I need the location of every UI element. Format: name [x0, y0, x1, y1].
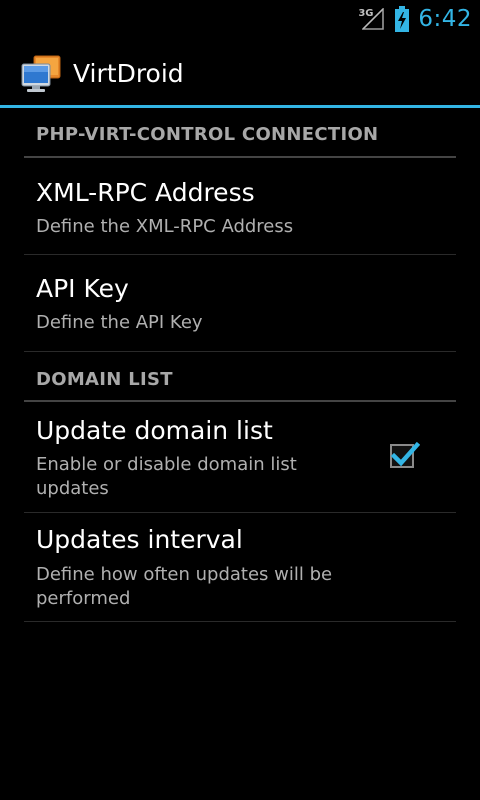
- section-header-connection: PHP-VIRT-CONTROL CONNECTION: [24, 108, 456, 158]
- pref-title: Update domain list: [36, 416, 273, 445]
- pref-xml-rpc-address[interactable]: XML-RPC Address Define the XML-RPC Addre…: [24, 158, 456, 255]
- app-title: VirtDroid: [73, 59, 184, 88]
- section-header-label: PHP-VIRT-CONTROL CONNECTION: [36, 124, 379, 145]
- clock: 6:42: [418, 6, 472, 32]
- pref-summary: Define how often updates will be perform…: [36, 564, 333, 609]
- preferences-list: PHP-VIRT-CONTROL CONNECTION XML-RPC Addr…: [0, 108, 480, 622]
- status-bar: 3G 6:42: [0, 0, 480, 38]
- action-bar: VirtDroid: [0, 38, 480, 108]
- checkmark-icon: [390, 441, 420, 467]
- pref-title: XML-RPC Address: [36, 178, 255, 207]
- pref-updates-interval[interactable]: Updates interval Define how often update…: [24, 513, 456, 622]
- pref-update-domain-list[interactable]: Update domain list Enable or disable dom…: [24, 402, 456, 513]
- section-header-label: DOMAIN LIST: [36, 369, 173, 390]
- pref-title: Updates interval: [36, 525, 243, 554]
- update-domain-list-checkbox[interactable]: [390, 441, 420, 468]
- signal-icon: 3G: [358, 4, 386, 34]
- battery-charging-icon: [395, 6, 410, 32]
- pref-summary: Enable or disable domain list updates: [36, 454, 297, 499]
- pref-api-key[interactable]: API Key Define the API Key: [24, 255, 456, 352]
- status-icons: 3G 6:42: [358, 0, 472, 38]
- pref-title: API Key: [36, 274, 129, 303]
- virtdroid-app-icon[interactable]: [20, 54, 62, 94]
- pref-summary: Define the XML-RPC Address: [36, 216, 294, 237]
- section-header-domain-list: DOMAIN LIST: [24, 352, 456, 400]
- pref-summary: Define the API Key: [36, 312, 203, 333]
